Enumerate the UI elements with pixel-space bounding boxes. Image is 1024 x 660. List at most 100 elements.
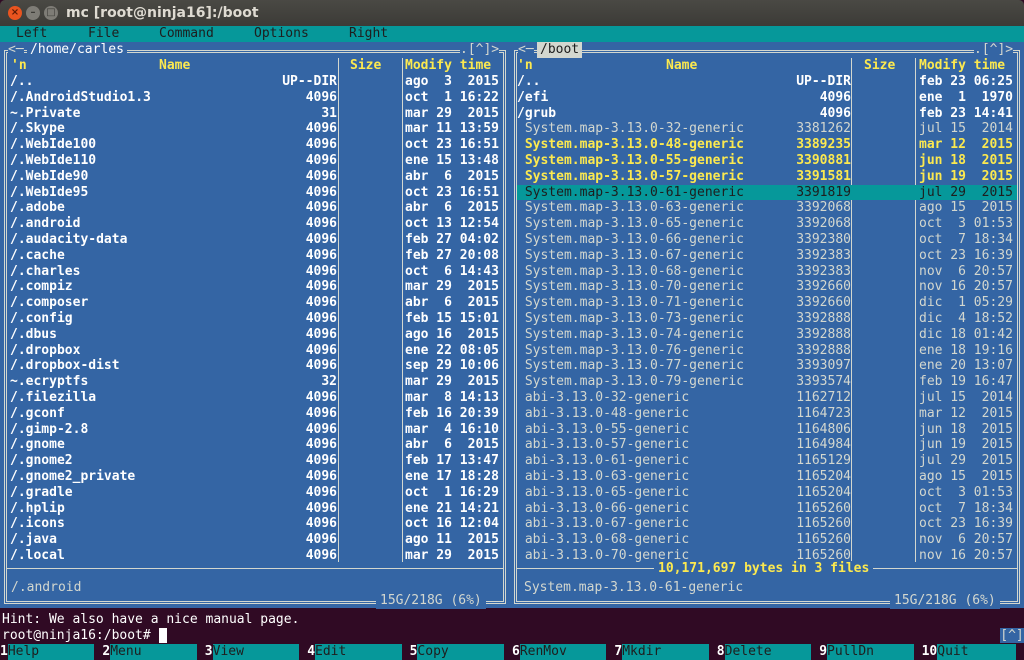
file-row[interactable]: /.WebIde100 4096 oct 23 16:51 [7,137,503,153]
file-row[interactable]: /efi 4096 ene 1 1970 [517,90,1017,106]
file-size: 1165260 [796,532,851,548]
file-row[interactable]: /.dbus 4096 ago 16 2015 [7,327,503,343]
file-row[interactable]: /.charles 4096 oct 6 14:43 [7,264,503,280]
file-row[interactable]: /.WebIde90 4096 abr 6 2015 [7,169,503,185]
file-row[interactable]: abi-3.13.0-67-generic 1165260 oct 23 16:39 [517,516,1017,532]
file-row[interactable]: /.gnome 4096 abr 6 2015 [7,437,503,453]
menu-options[interactable]: Options [254,26,309,42]
left-panel[interactable]: <─ /home/carles .[^]> 'n Name Size Modif… [0,42,510,609]
fkey-edit[interactable]: 4Edit [307,644,409,660]
file-row[interactable]: /.dropbox 4096 ene 22 08:05 [7,343,503,359]
column-name-header[interactable]: Name [159,58,190,74]
file-row[interactable]: /.. UP--DIR feb 23 06:25 [517,74,1017,90]
panel-path[interactable]: /boot [537,42,583,58]
file-row[interactable]: System.map-3.13.0-71-generic 3392660 dic 1… [517,295,1017,311]
fkey-quit[interactable]: 10Quit [921,644,1024,660]
menu-left[interactable]: Left [16,26,47,42]
file-row[interactable]: /.java 4096 ago 11 2015 [7,532,503,548]
file-name: abi-3.13.0-63-generic [517,469,690,484]
file-row[interactable]: System.map-3.13.0-68-generic 3392383 nov 6… [517,264,1017,280]
file-row[interactable]: /.config 4096 feb 15 15:01 [7,311,503,327]
file-row[interactable]: /.audacity-data 4096 feb 27 04:02 [7,232,503,248]
fkey-view[interactable]: 3View [204,644,307,660]
file-row[interactable]: System.map-3.13.0-65-generic 3392068 oct 3… [517,216,1017,232]
column-size-header[interactable]: Size [864,58,895,74]
nav-history-left[interactable]: <─ [518,42,534,58]
file-row[interactable]: abi-3.13.0-32-generic 1162712 jul 15 2014 [517,390,1017,406]
file-row[interactable]: /.gimp-2.8 4096 mar 4 16:10 [7,422,503,438]
file-row[interactable]: /.hplip 4096 ene 21 14:21 [7,501,503,517]
column-name-header[interactable]: Name [666,58,697,74]
file-row[interactable]: abi-3.13.0-63-generic 1165204 ago 15 2015 [517,469,1017,485]
fkey-mkdir[interactable]: 7Mkdir [614,644,716,660]
panel-corner-buttons[interactable]: .[^]> [460,42,500,58]
file-row[interactable]: /.AndroidStudio1.3 4096 oct 1 16:22 [7,90,503,106]
file-row[interactable]: System.map-3.13.0-74-generic 3392888 dic 1… [517,327,1017,343]
file-row[interactable]: System.map-3.13.0-67-generic 3392383 oct 2… [517,248,1017,264]
menu-command[interactable]: Command [159,26,214,42]
sort-indicator[interactable]: 'n [517,58,533,74]
fkey-menu[interactable]: 2Menu [102,644,204,660]
file-row[interactable]: ~.ecryptfs 32 mar 29 2015 [7,374,503,390]
fkey-help[interactable]: 1Help [0,644,102,660]
file-row[interactable]: /.Skype 4096 mar 11 13:59 [7,121,503,137]
file-row[interactable]: /.cache 4096 feb 27 20:08 [7,248,503,264]
file-row[interactable]: /.adobe 4096 abr 6 2015 [7,200,503,216]
file-row[interactable]: /.gradle 4096 oct 1 16:29 [7,485,503,501]
history-button[interactable]: [^] [1000,628,1024,643]
nav-history-left[interactable]: <─ [8,42,24,58]
panel-corner-buttons[interactable]: .[^]> [974,42,1014,58]
file-row[interactable]: System.map-3.13.0-61-generic 3391819 jul 2… [517,184,1017,201]
file-row[interactable]: abi-3.13.0-66-generic 1165260 oct 7 18:34 [517,501,1017,517]
file-row[interactable]: System.map-3.13.0-73-generic 3392888 dic 4… [517,311,1017,327]
menu-right[interactable]: Right [349,26,388,42]
file-row[interactable]: /.WebIde95 4096 oct 23 16:51 [7,185,503,201]
file-row[interactable]: /.gnome2_private 4096 ene 17 18:28 [7,469,503,485]
file-row[interactable]: /.. UP--DIR ago 3 2015 [7,74,503,90]
file-row[interactable]: System.map-3.13.0-77-generic 3393097 ene 2… [517,358,1017,374]
file-row[interactable]: /.gconf 4096 feb 16 20:39 [7,406,503,422]
maximize-button[interactable]: □ [44,6,58,20]
file-row[interactable]: /.WebIde110 4096 ene 15 13:48 [7,153,503,169]
file-row[interactable]: abi-3.13.0-68-generic 1165260 nov 6 20:57 [517,532,1017,548]
fkey-copy[interactable]: 5Copy [409,644,512,660]
file-row[interactable]: /.composer 4096 abr 6 2015 [7,295,503,311]
file-row[interactable]: /.icons 4096 oct 16 12:04 [7,516,503,532]
fkey-pulldn[interactable]: 9PullDn [819,644,921,660]
file-row[interactable]: System.map-3.13.0-70-generic 3392660 nov 1… [517,279,1017,295]
fkey-delete[interactable]: 8Delete [716,644,819,660]
minimize-button[interactable]: – [26,6,40,20]
file-row[interactable]: System.map-3.13.0-79-generic 3393574 feb 1… [517,374,1017,390]
file-row[interactable]: System.map-3.13.0-55-generic 3390881 jun 1… [517,153,1017,169]
right-panel[interactable]: <─ /boot .[^]> 'n Name Size Modify time … [510,42,1024,609]
file-row[interactable]: System.map-3.13.0-32-generic 3381262 jul 1… [517,121,1017,137]
file-row[interactable]: /.android 4096 oct 13 12:54 [7,216,503,232]
fkey-renmov[interactable]: 6RenMov [512,644,614,660]
file-row[interactable]: /.compiz 4096 mar 29 2015 [7,279,503,295]
file-row[interactable]: abi-3.13.0-55-generic 1164806 jun 18 2015 [517,422,1017,438]
command-input-cursor[interactable] [159,628,167,643]
file-row[interactable]: System.map-3.13.0-76-generic 3392888 ene 1… [517,343,1017,359]
menu-file[interactable]: File [88,26,119,42]
file-row[interactable]: /grub 4096 feb 23 14:41 [517,106,1017,122]
column-mtime-header[interactable]: Modify time [405,58,491,74]
sort-indicator[interactable]: 'n [11,58,27,74]
file-row[interactable]: abi-3.13.0-48-generic 1164723 mar 12 2015 [517,406,1017,422]
column-size-header[interactable]: Size [350,58,381,74]
file-row[interactable]: System.map-3.13.0-66-generic 3392380 oct 7… [517,232,1017,248]
file-row[interactable]: System.map-3.13.0-48-generic 3389235 mar 1… [517,137,1017,153]
close-button[interactable]: × [8,6,22,20]
file-row[interactable]: ~.Private 31 mar 29 2015 [7,106,503,122]
file-row[interactable]: /.dropbox-dist 4096 sep 29 10:06 [7,358,503,374]
file-row[interactable]: /.gnome2 4096 feb 17 13:47 [7,453,503,469]
file-row[interactable]: /.filezilla 4096 mar 8 14:13 [7,390,503,406]
file-row[interactable]: abi-3.13.0-65-generic 1165204 oct 3 01:53 [517,485,1017,501]
file-row[interactable]: System.map-3.13.0-63-generic 3392068 ago 1… [517,200,1017,216]
file-row[interactable]: abi-3.13.0-61-generic 1165129 jul 29 2015 [517,453,1017,469]
file-row[interactable]: abi-3.13.0-57-generic 1164984 jun 19 2015 [517,437,1017,453]
file-row[interactable]: /.local 4096 mar 29 2015 [7,548,503,564]
panel-path[interactable]: /home/carles [27,42,127,58]
column-mtime-header[interactable]: Modify time [919,58,1005,74]
file-mtime: ago 3 2015 [405,74,499,89]
file-row[interactable]: System.map-3.13.0-57-generic 3391581 jun 1… [517,169,1017,185]
